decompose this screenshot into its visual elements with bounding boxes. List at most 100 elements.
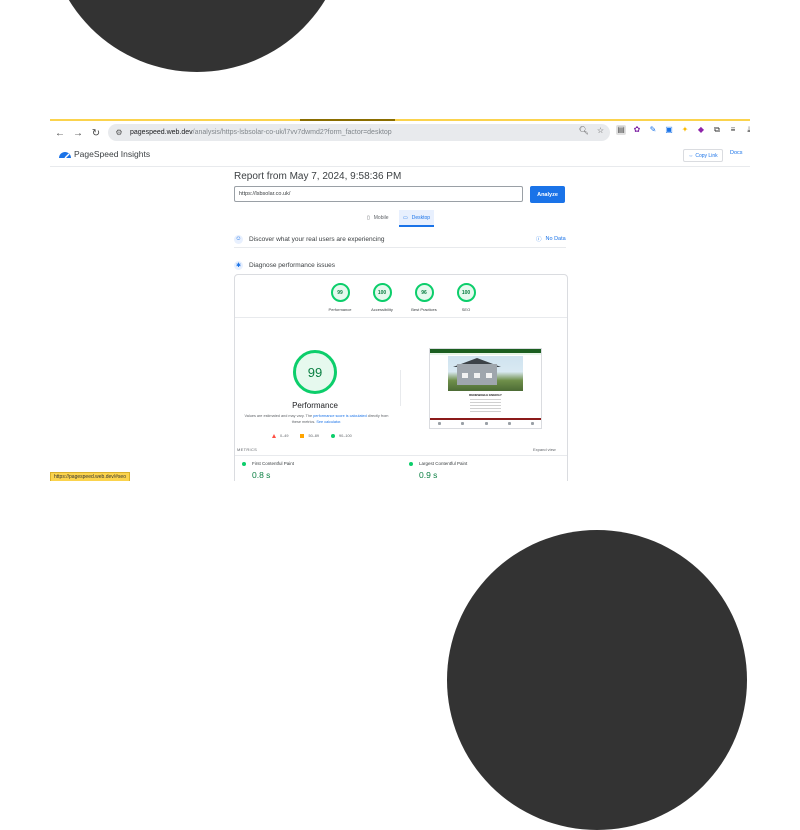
metric-lcp-value: 0.9 s — [419, 470, 438, 480]
thumb-text-line — [470, 405, 501, 406]
gauge-performance[interactable]: 99 Performance — [324, 283, 356, 312]
browser-screenshot: ← → ↻ ⚙ pagespeed.web.dev/analysis/https… — [50, 119, 750, 481]
forward-icon[interactable]: → — [70, 125, 86, 141]
reload-icon[interactable]: ↻ — [88, 125, 104, 141]
copy-link-label: Copy Link — [695, 152, 718, 159]
gauge-accessibility[interactable]: 100 Accessibility — [366, 283, 398, 312]
thumb-footer-icon — [531, 422, 534, 425]
download-icon[interactable]: ⤓ — [744, 125, 750, 135]
legend-average-label: 50–89 — [308, 434, 320, 438]
gauge-best-practices[interactable]: 96 Best Practices — [408, 283, 440, 312]
metric-fcp: First Contentful Paint — [242, 461, 294, 466]
metric-lcp: Largest Contentful Paint — [409, 461, 467, 466]
gauge-label: Performance — [328, 307, 352, 312]
reading-list-icon[interactable]: ≡ — [728, 125, 738, 135]
extensions-area: ▤ ✿ ✎ ▣ ✦ ◆ ⧉ ≡ ⤓ • ⋮ — [616, 125, 750, 135]
thumb-text-line — [470, 402, 501, 403]
info-icon: ⓘ — [536, 237, 542, 243]
gauge-label: Best Practices — [411, 307, 437, 312]
vertical-divider — [400, 370, 401, 406]
desc-text-1: Values are estimated and may vary. The — [244, 414, 314, 418]
copy-link-button[interactable]: ⇔ Copy Link — [683, 149, 723, 162]
url-input[interactable] — [234, 186, 523, 202]
page-screenshot-thumbnail: RENEWABLE ENERGY — [429, 348, 542, 429]
extension-icon-4[interactable]: ▣ — [664, 125, 674, 135]
gauge-label: SEO — [461, 307, 471, 312]
thumb-text-line — [470, 399, 501, 400]
loading-bar-progress — [300, 119, 395, 121]
tab-desktop-label: Desktop — [411, 214, 431, 221]
psi-header: PageSpeed Insights ⇔ Copy Link Docs — [50, 146, 750, 167]
score-gauges: 99 Performance 100 Accessibility 96 Best… — [324, 283, 482, 312]
score-legend: 0–49 50–89 90–100 — [272, 434, 352, 438]
link-icon: ⇔ — [688, 152, 694, 159]
performance-big-gauge: 99 — [293, 350, 337, 394]
metrics-divider — [235, 455, 567, 456]
desktop-icon: ▭ — [403, 214, 408, 221]
extension-icon-3[interactable]: ✎ — [648, 125, 658, 135]
back-icon[interactable]: ← — [52, 125, 68, 141]
legend-poor: 0–49 — [272, 434, 288, 438]
gauge-score: 100 — [456, 283, 476, 302]
thumb-window — [474, 373, 480, 378]
thumb-title: RENEWABLE ENERGY — [469, 393, 502, 397]
score-calculated-link[interactable]: performance score is calculated — [313, 414, 367, 418]
thumb-window — [486, 373, 492, 378]
decorative-circle-top — [47, 0, 347, 72]
address-actions: 🔍︎ ☆ — [579, 126, 604, 135]
see-calculator-link[interactable]: See calculator. — [316, 420, 341, 424]
section-divider — [234, 247, 566, 248]
mobile-icon: ▯ — [367, 215, 370, 221]
tab-desktop[interactable]: ▭ Desktop — [399, 210, 435, 227]
gauge-score: 99 — [330, 283, 350, 302]
url-host: pagespeed.web.dev — [130, 129, 193, 136]
site-info-icon[interactable]: ⚙ — [112, 127, 126, 139]
extensions-puzzle-icon[interactable]: ⧉ — [712, 125, 722, 135]
good-circle-icon — [409, 461, 413, 466]
thumb-nav — [430, 353, 541, 355]
app-title: PageSpeed Insights — [74, 149, 151, 159]
gauge-score: 96 — [414, 283, 434, 302]
legend-good: 90–100 — [331, 434, 352, 438]
docs-link[interactable]: Docs — [730, 150, 743, 156]
diagnose-title: Diagnose performance issues — [249, 261, 335, 269]
thumb-footer-icon — [484, 422, 488, 425]
thumb-footer-icon — [461, 422, 465, 425]
bookmark-star-icon[interactable]: ☆ — [597, 126, 604, 135]
thumb-footer-icon — [438, 422, 441, 425]
triangle-icon — [272, 434, 276, 438]
address-url: pagespeed.web.dev/analysis/https-lsbsola… — [130, 129, 392, 136]
tab-mobile[interactable]: ▯ Mobile — [367, 210, 389, 226]
report-title: Report from May 7, 2024, 9:58:36 PM — [234, 171, 402, 182]
legend-good-label: 90–100 — [339, 434, 352, 438]
decorative-circle-bottom — [447, 530, 747, 830]
analyze-button[interactable]: Analyze — [530, 186, 565, 203]
tab-mobile-label: Mobile — [373, 215, 389, 221]
diagnose-section[interactable]: ✱ Diagnose performance issues — [234, 259, 564, 271]
gauge-seo[interactable]: 100 SEO — [450, 283, 482, 312]
extension-icon-5[interactable]: ✦ — [680, 125, 690, 135]
metric-name: First Contentful Paint — [252, 461, 295, 466]
thumb-window — [462, 373, 468, 378]
extension-icon-1[interactable]: ▤ — [616, 125, 626, 135]
loading-bar — [50, 119, 750, 121]
users-icon: ☺ — [234, 234, 243, 244]
gauge-score: 100 — [372, 283, 392, 302]
zoom-icon[interactable]: 🔍︎ — [579, 126, 589, 135]
card-divider — [235, 317, 567, 318]
extension-icon-2[interactable]: ✿ — [632, 125, 642, 135]
gauge-label: Accessibility — [371, 307, 393, 312]
thumb-text-line — [470, 411, 501, 412]
performance-title: Performance — [292, 401, 338, 410]
no-data-badge: ⓘ No Data — [536, 235, 566, 243]
expand-view-link[interactable]: Expand view — [533, 447, 556, 452]
good-circle-icon — [242, 461, 246, 466]
performance-description: Values are estimated and may vary. The p… — [244, 413, 389, 425]
no-data-label: No Data — [545, 236, 566, 242]
thumb-footer-icons — [438, 422, 534, 425]
field-data-section[interactable]: ☺ Discover what your real users are expe… — [234, 233, 564, 245]
extension-icon-6[interactable]: ◆ — [696, 125, 706, 135]
address-bar[interactable]: ⚙ pagespeed.web.dev/analysis/https-lsbso… — [108, 124, 610, 141]
metric-name: Largest Contentful Paint — [419, 461, 468, 466]
metric-fcp-value: 0.8 s — [252, 470, 271, 480]
